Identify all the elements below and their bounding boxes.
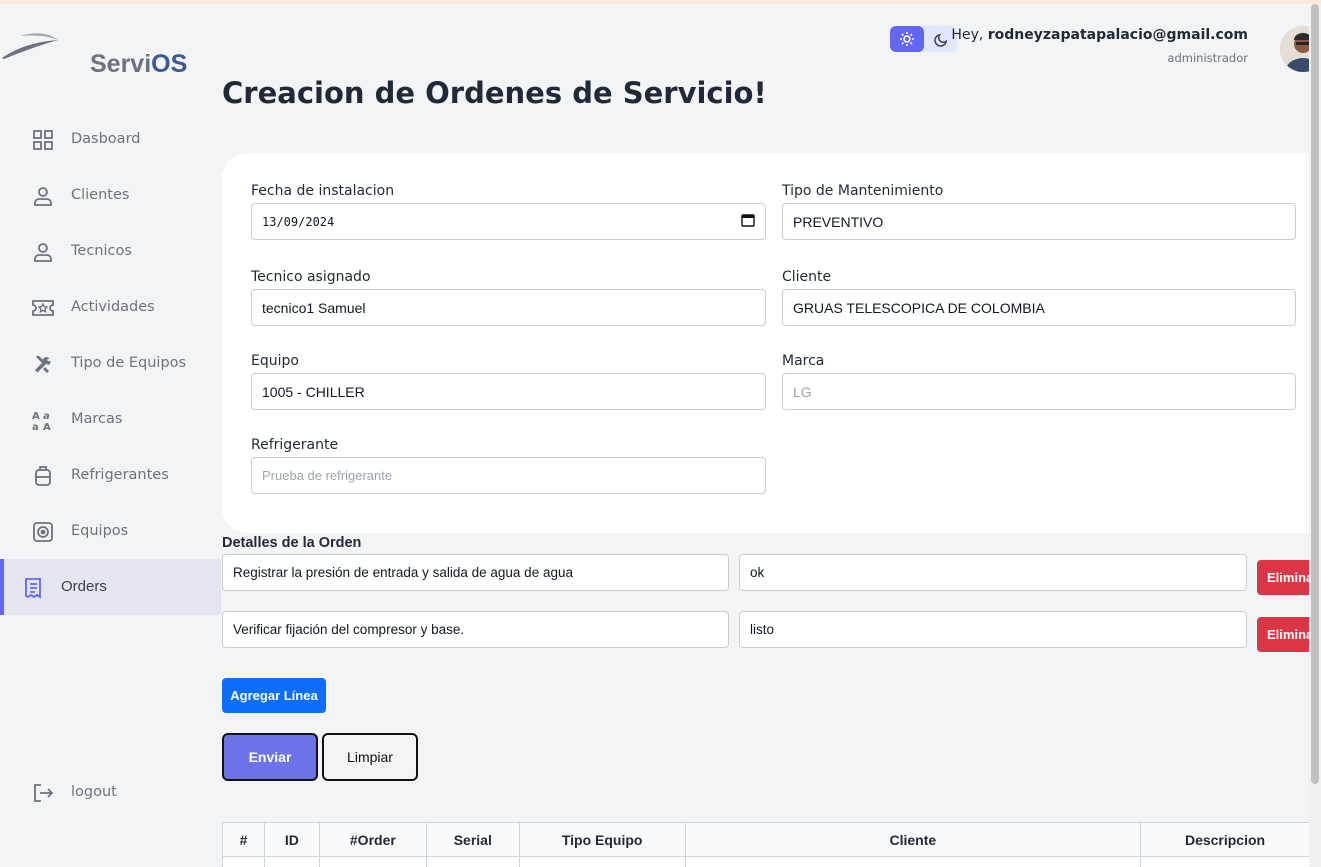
sidebar-item-label: Dasboard	[71, 131, 141, 147]
sidebar: ServiOS Dasboard Clientes Tecnicos Activ…	[0, 4, 221, 867]
refrigerante-field[interactable]: Prueba de refrigerante	[251, 457, 766, 494]
tipo-mantenimiento-field[interactable]: PREVENTIVO	[782, 203, 1296, 240]
column-header[interactable]: #Order	[318, 822, 427, 857]
table-row[interactable]	[222, 856, 1310, 867]
sidebar-item-label: Marcas	[71, 411, 123, 427]
sidebar-item-dasboard[interactable]: Dasboard	[0, 111, 221, 167]
user-icon	[31, 184, 55, 208]
sidebar-item-label: Clientes	[71, 187, 130, 203]
ticket-icon	[31, 296, 55, 320]
table-header-row: # ID #Order Serial Tipo Equipo Cliente D…	[222, 822, 1310, 857]
tools-icon	[31, 352, 55, 376]
logo-swoosh-icon	[2, 33, 58, 59]
user-email: rodneyzapatapalacio@gmail.com	[987, 27, 1248, 43]
sidebar-item-label: Tipo de Equipos	[71, 355, 187, 371]
clear-button[interactable]: Limpiar	[322, 733, 418, 781]
orders-table: # ID #Order Serial Tipo Equipo Cliente D…	[222, 822, 1310, 867]
column-header[interactable]: Descripcion	[1140, 822, 1310, 857]
cliente-field[interactable]: GRUAS TELESCOPICA DE COLOMBIA	[782, 289, 1296, 326]
user-greeting: Hey, rodneyzapatapalacio@gmail.com	[951, 27, 1248, 43]
tank-icon	[31, 464, 55, 488]
add-line-button[interactable]: Agregar Línea	[222, 678, 326, 713]
active-indicator	[0, 559, 4, 615]
logo-text: ServiOS	[90, 50, 188, 78]
sidebar-item-refrigerantes[interactable]: Refrigerantes	[0, 447, 221, 503]
user-role: administrador	[1167, 51, 1248, 65]
fan-icon	[31, 520, 55, 544]
receipt-icon	[21, 576, 45, 600]
column-header[interactable]: Serial	[425, 822, 520, 857]
column-header[interactable]: ID	[263, 822, 320, 857]
sidebar-item-label: Equipos	[71, 523, 129, 539]
sidebar-item-label: Orders	[61, 578, 107, 595]
fecha-value: 13/09/2024	[262, 214, 335, 229]
sidebar-item-label: Tecnicos	[71, 243, 132, 259]
refrigerante-label: Refrigerante	[251, 437, 339, 453]
app-logo[interactable]: ServiOS	[0, 24, 221, 78]
user-icon	[31, 240, 55, 264]
sidebar-item-label: Refrigerantes	[71, 467, 169, 483]
logout-label: logout	[71, 784, 117, 800]
delete-line-button[interactable]: Eliminar	[1257, 560, 1317, 595]
scrollbar[interactable]	[1309, 4, 1321, 867]
equipo-field[interactable]: 1005 - CHILLER	[251, 373, 766, 410]
send-button[interactable]: Enviar	[222, 733, 318, 781]
marca-field[interactable]: LG	[782, 373, 1296, 410]
svg-text:a: a	[32, 422, 39, 432]
column-header[interactable]: Cliente	[684, 822, 1142, 857]
theme-toggle[interactable]	[890, 26, 957, 52]
tecnico-field[interactable]: tecnico1 Samuel	[251, 289, 766, 326]
line-description-input[interactable]: Verificar fijación del compresor y base.	[222, 611, 729, 648]
logout-button[interactable]: logout	[0, 764, 221, 820]
details-title: Detalles de la Orden	[222, 535, 362, 551]
sun-icon[interactable]	[890, 26, 924, 52]
svg-text:A: A	[32, 411, 40, 422]
sidebar-item-tipo-de-equipos[interactable]: Tipo de Equipos	[0, 335, 221, 391]
fecha-input[interactable]: 13/09/2024	[251, 203, 766, 240]
order-form-card: Fecha de instalacion 13/09/2024 Tipo de …	[222, 153, 1321, 533]
logout-icon	[31, 781, 55, 805]
sidebar-item-equipos[interactable]: Equipos	[0, 503, 221, 559]
svg-text:a: a	[43, 411, 50, 422]
delete-line-button[interactable]: Eliminar	[1257, 617, 1317, 652]
line-result-input[interactable]: ok	[739, 554, 1247, 591]
tecnico-label: Tecnico asignado	[251, 269, 371, 285]
calendar-icon[interactable]	[741, 213, 755, 230]
sidebar-item-orders[interactable]: Orders	[0, 559, 221, 615]
cliente-label: Cliente	[782, 269, 832, 285]
sidebar-item-tecnicos[interactable]: Tecnicos	[0, 223, 221, 279]
svg-text:A: A	[43, 422, 51, 432]
text-case-icon: AaaA	[31, 408, 55, 432]
sidebar-item-marcas[interactable]: AaaA Marcas	[0, 391, 221, 447]
fecha-label: Fecha de instalacion	[251, 183, 395, 199]
tipo-mantenimiento-label: Tipo de Mantenimiento	[782, 183, 944, 199]
column-header[interactable]: #	[222, 822, 265, 857]
sidebar-item-actividades[interactable]: Actividades	[0, 279, 221, 335]
scrollbar-thumb[interactable]	[1311, 4, 1319, 784]
column-header[interactable]: Tipo Equipo	[518, 822, 686, 857]
equipo-label: Equipo	[251, 353, 299, 369]
grid-icon	[31, 128, 55, 152]
sidebar-item-label: Actividades	[71, 299, 155, 315]
sidebar-item-clientes[interactable]: Clientes	[0, 167, 221, 223]
page-title: Creacion de Ordenes de Servicio!	[222, 76, 767, 110]
line-description-input[interactable]: Registrar la presión de entrada y salida…	[222, 554, 729, 591]
line-result-input[interactable]: listo	[739, 611, 1247, 648]
marca-label: Marca	[782, 353, 825, 369]
